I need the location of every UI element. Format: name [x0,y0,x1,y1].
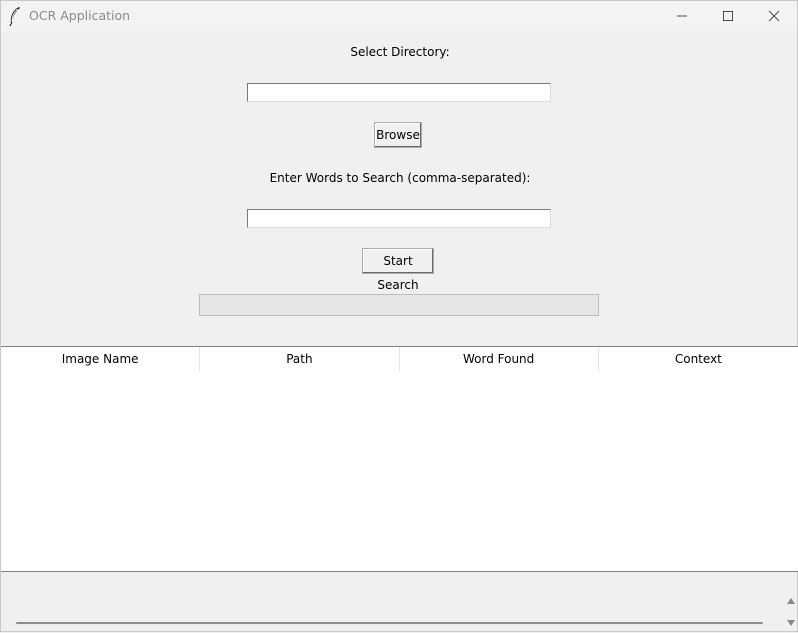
title-bar[interactable]: OCR Application [1,1,797,31]
select-directory-label: Select Directory: [350,45,450,59]
maximize-icon [723,11,733,21]
ocr-application-window: OCR Application Select Directory: Browse… [0,0,798,632]
search-progress-bar [199,294,599,316]
column-header-context[interactable]: Context [599,347,798,371]
search-words-label: Enter Words to Search (comma-separated): [269,171,531,185]
results-table-header: Image Name Path Word Found Context [1,347,798,371]
close-button[interactable] [751,1,797,31]
results-table[interactable]: Image Name Path Word Found Context [1,346,798,572]
horizontal-scrollbar[interactable] [1,613,783,631]
window-title: OCR Application [29,8,131,23]
directory-input[interactable] [247,83,551,102]
start-search-button[interactable]: Start Search [362,248,434,292]
minimize-icon [677,15,687,17]
close-icon [768,10,780,22]
search-words-input[interactable] [247,209,551,228]
column-header-word-found[interactable]: Word Found [400,347,599,371]
feather-icon [9,7,20,26]
column-header-image-name[interactable]: Image Name [1,347,201,371]
results-table-body[interactable] [1,371,798,571]
horizontal-scrollbar-thumb[interactable] [16,622,763,624]
column-header-path[interactable]: Path [200,347,400,371]
minimize-button[interactable] [659,1,705,31]
vertical-scrollbar[interactable] [783,593,798,633]
browse-button[interactable]: Browse [374,122,422,148]
scroll-up-arrow-icon[interactable] [787,598,795,604]
scroll-down-arrow-icon[interactable] [787,620,795,626]
maximize-button[interactable] [705,1,751,31]
